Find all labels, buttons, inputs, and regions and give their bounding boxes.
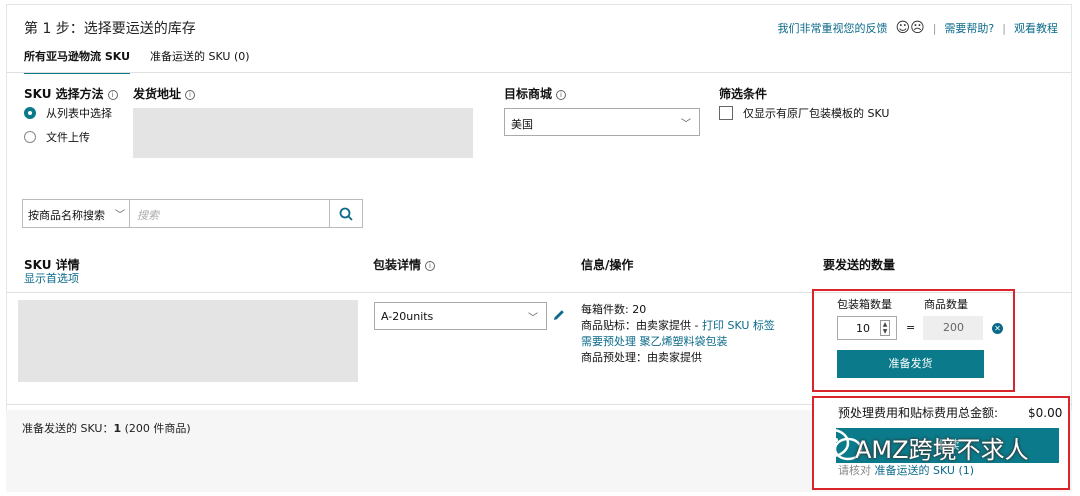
labeling-line: 商品贴标：由卖家提供 - 打印 SKU 标签	[581, 318, 775, 334]
prep-by-line: 商品预处理：由卖家提供	[581, 351, 702, 364]
separator: |	[932, 21, 937, 35]
labeling-text: 商品贴标：由卖家提供 -	[581, 319, 702, 332]
search-button[interactable]	[329, 200, 362, 227]
boxes-stepper[interactable]: 10 ▲ ▼	[837, 316, 897, 340]
review-ready-sku-link[interactable]: 准备运送的 SKU (1)	[875, 464, 975, 477]
separator: |	[1002, 21, 1006, 35]
search-icon	[339, 207, 353, 221]
search-field-value: 按商品名称搜索	[28, 209, 105, 222]
sku-method-label-text: SKU 选择方法	[24, 87, 104, 101]
print-sku-labels-link[interactable]: 打印 SKU 标签	[702, 319, 775, 332]
packing-template-select[interactable]: A-20units ﹀	[374, 302, 547, 330]
feedback-smiley-icon[interactable]: ☺☹	[896, 20, 925, 36]
search-input[interactable]: 搜索	[131, 200, 329, 227]
search-placeholder: 搜索	[137, 209, 159, 222]
ship-from-address-redacted	[133, 108, 473, 158]
col-header-packing-text: 包装详情	[373, 258, 422, 272]
marketplace-label-text: 目标商城	[504, 87, 553, 101]
boxes-label: 包装箱数量	[837, 298, 892, 311]
prep-line: 需要预处理 聚乙烯塑料袋包装	[581, 334, 775, 350]
ready-skus-count: 1	[113, 422, 122, 435]
marketplace-label: 目标商城 i	[504, 85, 567, 102]
prep-required-link[interactable]: 需要预处理	[581, 335, 636, 348]
poly-bag-link[interactable]: 聚乙烯塑料袋包装	[640, 335, 728, 348]
stepper-arrows-icon[interactable]: ▲ ▼	[880, 320, 890, 336]
filter-label: 筛选条件	[719, 87, 768, 101]
tab-ready-sku[interactable]: 准备运送的 SKU (0)	[150, 48, 250, 72]
ready-skus-label: 准备发送的 SKU：	[22, 422, 114, 435]
edit-pencil-icon[interactable]	[552, 308, 566, 325]
ship-from-label-text: 发货地址	[133, 87, 182, 101]
radio-option-list[interactable]: 从列表中选择	[24, 106, 112, 122]
col-header-qty: 要发送的数量	[823, 258, 896, 272]
radio-unselected-icon[interactable]	[24, 131, 36, 143]
ready-skus-units: (200 件商品)	[124, 422, 191, 435]
units-value: 200	[943, 321, 964, 334]
page-title: 第 1 步：选择要运送的库存	[24, 21, 196, 37]
marketplace-value: 美国	[511, 118, 533, 131]
help-link[interactable]: 需要帮助?	[944, 20, 994, 36]
chevron-down-icon: ﹀	[681, 119, 691, 130]
filter-checkbox-row[interactable]: 仅显示有原厂包装模板的 SKU	[719, 106, 889, 122]
units-per-box: 每箱件数: 20	[581, 303, 647, 316]
ship-from-label: 发货地址 i	[133, 85, 196, 102]
tutorial-link[interactable]: 观看教程	[1014, 20, 1058, 36]
feedback-link[interactable]: 我们非常重视您的反馈	[778, 20, 888, 36]
radio-option-upload[interactable]: 文件上传	[24, 130, 90, 146]
header-links: 我们非常重视您的反馈 ☺☹ | 需要帮助? | 观看教程	[778, 20, 1058, 36]
tab-all-fba-sku[interactable]: 所有亚马逊物流 SKU	[24, 48, 131, 74]
checkbox-icon[interactable]	[719, 106, 733, 120]
row-info: 每箱件数: 20 商品贴标：由卖家提供 - 打印 SKU 标签 需要预处理 聚乙…	[581, 302, 775, 366]
ready-skus-summary: 准备发送的 SKU：1 (200 件商品)	[22, 421, 191, 437]
fee-label: 预处理费用和贴标费用总金额:	[838, 406, 999, 420]
col-header-info: 信息/操作	[581, 258, 634, 272]
radio-selected-icon[interactable]	[24, 107, 36, 119]
equals-sign: =	[906, 321, 916, 334]
info-icon[interactable]: i	[425, 261, 436, 271]
tab-divider	[6, 72, 1072, 73]
remove-icon[interactable]: ✕	[992, 323, 1003, 334]
search-bar: 按商品名称搜索 ﹀ 搜索	[22, 199, 363, 228]
units-readonly: 200	[923, 316, 983, 340]
chevron-down-icon: ﹀	[528, 313, 538, 324]
info-icon[interactable]: i	[185, 90, 196, 100]
info-icon[interactable]: i	[107, 90, 118, 100]
boxes-value: 10	[856, 322, 870, 335]
packing-template-value: A-20units	[381, 310, 434, 323]
units-label: 商品数量	[924, 298, 968, 311]
radio-label: 从列表中选择	[46, 107, 112, 120]
fee-value: $0.00	[1028, 406, 1063, 420]
watermark-text: AMZ跨境不求人	[855, 436, 1029, 464]
search-field-select[interactable]: 按商品名称搜索 ﹀	[23, 200, 130, 227]
sku-method-label: SKU 选择方法 i	[24, 85, 118, 102]
radio-label: 文件上传	[46, 131, 90, 144]
info-icon[interactable]: i	[556, 90, 567, 100]
ready-to-ship-button[interactable]: 准备发货	[837, 350, 984, 378]
sku-details-redacted	[18, 300, 358, 382]
chevron-down-icon: ﹀	[115, 210, 125, 221]
filter-checkbox-label: 仅显示有原厂包装模板的 SKU	[743, 107, 890, 120]
col-header-packing: 包装详情 i	[373, 256, 436, 273]
marketplace-select[interactable]: 美国 ﹀	[504, 108, 700, 136]
show-preferences-link[interactable]: 显示首选项	[24, 271, 79, 287]
